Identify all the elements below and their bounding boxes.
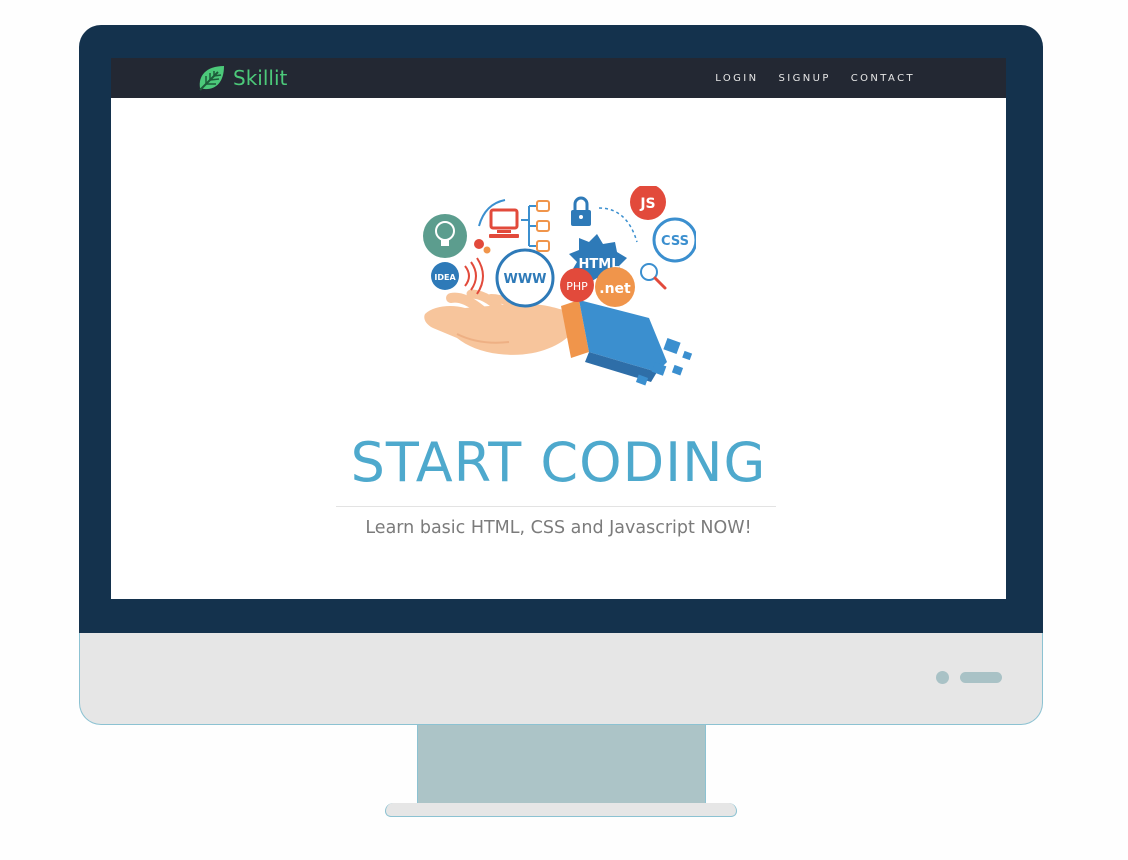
www-badge-label: WWW (503, 272, 546, 287)
hero-subtitle: Learn basic HTML, CSS and Javascript NOW… (365, 518, 752, 538)
connector-dashes (598, 207, 638, 243)
nav-signup[interactable]: SIGNUP (778, 73, 830, 84)
monitor-stand-base (385, 803, 737, 817)
wifi-icon (464, 257, 484, 295)
hand-icon (424, 289, 573, 355)
navbar: Skillit LOGIN SIGNUP CONTACT (111, 58, 1006, 98)
hero-divider (336, 506, 776, 507)
js-badge-label: JS (639, 196, 655, 212)
monitor-chin (79, 633, 1043, 725)
magnifier-icon (640, 263, 667, 290)
php-badge-label: PHP (566, 280, 588, 293)
php-badge: PHP (560, 268, 594, 302)
computer-icon (489, 208, 519, 238)
brand-logo[interactable]: Skillit (196, 62, 287, 94)
css-badge-label: CSS (661, 234, 689, 249)
www-badge: WWW (495, 248, 555, 308)
js-badge: JS (630, 186, 666, 220)
idea-badge: IDEA (431, 262, 459, 290)
monitor-screen: Skillit LOGIN SIGNUP CONTACT IDEA JS CSS… (111, 58, 1006, 599)
nav-links: LOGIN SIGNUP CONTACT (715, 58, 915, 98)
sitemap-icon (521, 200, 550, 252)
lock-icon (571, 196, 591, 226)
nav-contact[interactable]: CONTACT (851, 73, 915, 84)
net-badge: .net (595, 267, 635, 307)
sleeve-icon (561, 300, 693, 386)
brand-name: Skillit (233, 66, 288, 90)
net-badge-label: .net (599, 281, 631, 297)
monitor-stand-neck (417, 725, 706, 805)
power-button (960, 672, 1002, 683)
power-indicator-icon (936, 671, 949, 684)
nav-login[interactable]: LOGIN (715, 73, 758, 84)
hero-illustration: IDEA JS CSS HTML WWW PHP .net (423, 186, 696, 386)
css-badge: CSS (652, 217, 696, 263)
leaf-icon (199, 66, 224, 91)
lightbulb-icon (423, 214, 467, 258)
gear-icon (474, 239, 491, 254)
hero-title: START CODING (350, 431, 767, 494)
idea-badge-label: IDEA (434, 273, 456, 282)
